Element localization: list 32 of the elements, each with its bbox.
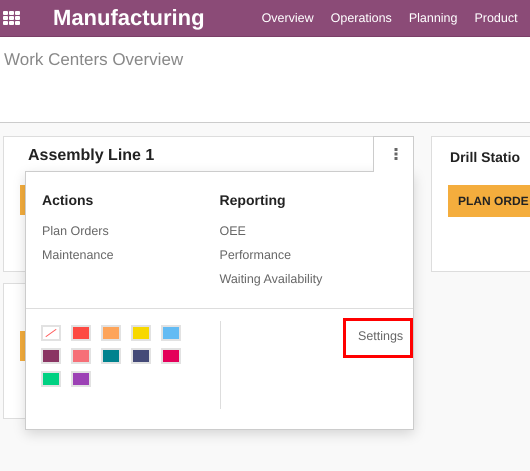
menu-item[interactable]: Plan Orders xyxy=(42,224,220,238)
plan-orders-button[interactable]: PLAN ORDE xyxy=(448,185,530,217)
no-color-swatch[interactable] xyxy=(41,325,61,341)
color-swatch[interactable] xyxy=(71,325,91,341)
color-swatch[interactable] xyxy=(41,371,61,387)
kebab-menu-icon[interactable] xyxy=(394,148,398,160)
color-swatch[interactable] xyxy=(101,348,121,364)
color-swatch[interactable] xyxy=(71,348,91,364)
color-swatch[interactable] xyxy=(161,325,181,341)
menu-item[interactable]: Performance xyxy=(220,248,397,262)
section-heading: Reporting xyxy=(220,192,287,208)
menu-item[interactable]: Maintenance xyxy=(42,248,220,262)
section-heading: Actions xyxy=(42,192,94,208)
card-title: Assembly Line 1 xyxy=(28,147,154,165)
nav-menu-item[interactable]: Planning xyxy=(408,11,458,25)
page-title: Work Centers Overview xyxy=(4,50,184,69)
dropdown-toggle[interactable] xyxy=(373,136,414,172)
settings-link[interactable]: Settings xyxy=(343,318,413,358)
color-swatch[interactable] xyxy=(161,348,181,364)
color-swatch[interactable] xyxy=(131,325,151,341)
apps-menu-icon[interactable] xyxy=(3,11,20,25)
nav-menu-item[interactable]: Overview xyxy=(262,11,314,25)
menu-item[interactable]: Waiting Availability xyxy=(220,272,397,286)
app-title: Manufacturing xyxy=(53,5,205,31)
card-title: Drill Statio xyxy=(450,149,520,165)
color-swatch[interactable] xyxy=(131,348,151,364)
nav-menu-item[interactable]: Product xyxy=(474,11,518,25)
color-swatch[interactable] xyxy=(71,371,91,387)
menu-item[interactable]: OEE xyxy=(220,224,397,238)
color-swatch[interactable] xyxy=(41,348,61,364)
color-swatch[interactable] xyxy=(101,325,121,341)
nav-menu-item[interactable]: Operations xyxy=(330,11,392,25)
